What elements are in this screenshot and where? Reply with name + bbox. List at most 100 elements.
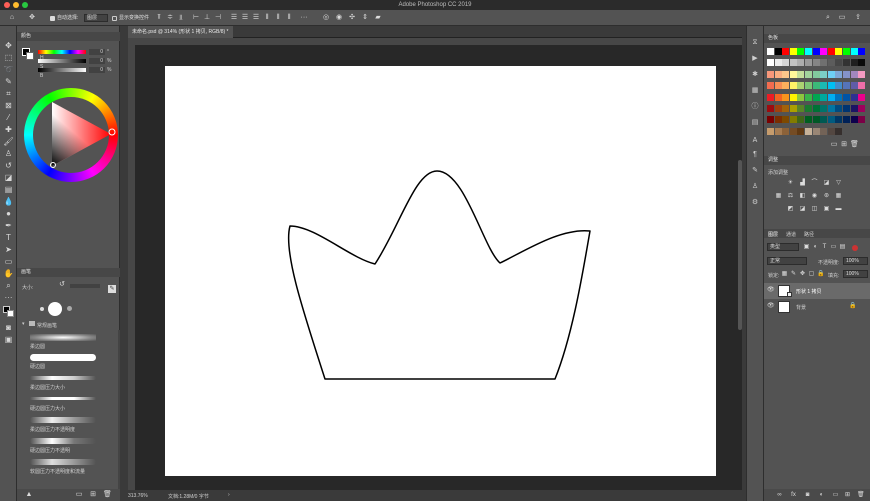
search-icon[interactable]: ⌕ — [824, 14, 832, 22]
h-value[interactable]: 0 — [89, 49, 105, 55]
color-swatch[interactable] — [827, 105, 835, 112]
quick-mask-icon[interactable]: ◙ — [3, 322, 14, 333]
status-menu-icon[interactable]: › — [228, 492, 230, 498]
color-swatch[interactable] — [835, 127, 843, 135]
3d-slide-icon[interactable]: ⇕ — [361, 14, 369, 22]
color-swatch[interactable] — [827, 48, 835, 55]
brush-hardness-large[interactable] — [67, 306, 72, 311]
healing-brush-tool-icon[interactable]: ✚ — [3, 124, 14, 135]
color-swatch[interactable] — [820, 93, 828, 101]
glyphs-icon[interactable]: ▤ — [750, 118, 760, 128]
color-swatch[interactable] — [835, 93, 843, 101]
delete-swatch-icon[interactable]: 🗑 — [850, 141, 859, 149]
color-swatch[interactable] — [858, 93, 866, 101]
minimize-window-button[interactable] — [13, 2, 19, 8]
layer-name[interactable]: 形状 1 拷贝 — [796, 288, 822, 295]
brush-hardness-small[interactable] — [40, 307, 44, 311]
distribute-top-icon[interactable]: ☰ — [230, 14, 238, 22]
color-swatch[interactable] — [797, 105, 805, 112]
layer-filter-dropdown[interactable]: 类型 — [767, 243, 799, 251]
brush-settings-side-icon[interactable]: ✎ — [750, 166, 760, 176]
visibility-eye-icon[interactable]: 👁 — [767, 303, 775, 310]
vertical-ruler[interactable] — [128, 45, 135, 490]
color-swatch[interactable] — [805, 59, 812, 67]
color-swatch[interactable] — [850, 59, 858, 67]
color-swatch[interactable] — [797, 82, 805, 90]
actions-icon[interactable]: ▶ — [750, 54, 760, 64]
layer-name[interactable]: 背景 — [796, 304, 806, 311]
3d-scale-icon[interactable]: ▰ — [374, 14, 382, 22]
brush-size-slider[interactable] — [70, 284, 100, 288]
color-swatch[interactable] — [789, 127, 797, 135]
curves-icon[interactable]: ⌒ — [811, 180, 818, 187]
color-swatch[interactable] — [820, 105, 828, 112]
visibility-eye-icon[interactable]: 👁 — [767, 287, 775, 294]
color-swatch[interactable] — [774, 48, 782, 55]
color-swatch[interactable] — [805, 116, 812, 124]
color-swatch[interactable] — [782, 105, 790, 112]
document-tab[interactable]: 未命名.psd @ 314% (形状 1 拷贝, RGB/8) * — [128, 26, 233, 38]
marquee-tool-icon[interactable]: ⬚ — [3, 52, 14, 63]
color-swatch[interactable] — [789, 116, 797, 124]
home-icon[interactable]: ⌂ — [8, 14, 16, 22]
adjustments-panel-tab[interactable]: 调整 — [764, 156, 870, 165]
color-swatch[interactable] — [782, 93, 790, 101]
color-swatch[interactable] — [812, 93, 820, 101]
opacity-value[interactable]: 100% — [843, 257, 868, 265]
align-bottom-icon[interactable]: ⫫ — [177, 14, 185, 22]
color-swatch[interactable] — [827, 116, 835, 124]
new-brush-group-icon[interactable]: ▭ — [75, 491, 83, 499]
3d-orbit-icon[interactable]: ◎ — [322, 14, 330, 22]
color-swatch[interactable] — [767, 116, 774, 124]
levels-icon[interactable]: ▟ — [799, 180, 806, 187]
history-icon[interactable]: ⧖ — [750, 38, 760, 48]
color-swatch[interactable] — [835, 70, 843, 78]
folder-expand-icon[interactable]: ▾ — [22, 321, 28, 327]
color-swatch[interactable] — [843, 70, 850, 78]
color-swatch[interactable] — [827, 70, 835, 78]
color-swatch[interactable] — [782, 127, 790, 135]
color-swatch[interactable] — [843, 105, 850, 112]
maximize-window-button[interactable] — [22, 2, 28, 8]
filter-shape-icon[interactable]: ▭ — [830, 244, 837, 251]
color-swatch[interactable] — [827, 93, 835, 101]
color-swatch[interactable] — [812, 127, 820, 135]
close-window-button[interactable] — [4, 2, 10, 8]
paragraph-icon[interactable]: ¶ — [750, 150, 760, 160]
photo-filter-icon[interactable]: ◉ — [811, 193, 818, 200]
color-balance-icon[interactable]: ⚖ — [787, 193, 794, 200]
color-swatch[interactable] — [774, 82, 782, 90]
align-top-icon[interactable]: ⫪ — [155, 14, 163, 22]
posterize-icon[interactable]: ◪ — [799, 206, 806, 213]
color-swatch[interactable] — [805, 105, 812, 112]
color-panel-tab[interactable]: 颜色 — [17, 32, 120, 41]
character-icon[interactable]: A — [750, 136, 760, 146]
zoom-level[interactable]: 313.76% — [128, 493, 148, 499]
new-swatch-group-icon[interactable]: ▭ — [830, 141, 838, 149]
color-swatch[interactable] — [827, 82, 835, 90]
horizontal-ruler[interactable] — [128, 38, 742, 45]
color-swatch[interactable] — [858, 70, 866, 78]
saturation-slider[interactable] — [38, 59, 86, 63]
layer-row[interactable]: 👁 形状 1 拷贝 — [764, 283, 870, 299]
color-swatch[interactable] — [858, 59, 866, 67]
brush-settings-icon[interactable]: ✎ — [108, 285, 116, 293]
color-swatch[interactable] — [767, 82, 774, 90]
type-tool-icon[interactable]: T — [3, 232, 14, 243]
hue-saturation-icon[interactable]: ▦ — [775, 193, 782, 200]
color-bg-swatch[interactable] — [26, 52, 34, 60]
auto-select-dropdown[interactable]: 图层 — [84, 14, 108, 22]
tab-paths[interactable]: 路径 — [804, 231, 814, 238]
color-swatch[interactable] — [812, 105, 820, 112]
edit-toolbar-icon[interactable]: ··· — [3, 292, 14, 303]
crop-tool-icon[interactable]: ⌗ — [3, 88, 14, 99]
share-icon[interactable]: ⇪ — [854, 14, 862, 22]
color-swatch[interactable] — [835, 105, 843, 112]
eraser-tool-icon[interactable]: ◪ — [3, 172, 14, 183]
color-swatch[interactable] — [843, 82, 850, 90]
lasso-tool-icon[interactable]: ➰ — [3, 64, 14, 75]
new-group-icon[interactable]: ▭ — [832, 492, 839, 499]
color-swatch[interactable] — [797, 48, 805, 55]
color-swatch[interactable] — [850, 105, 858, 112]
brush-item[interactable]: 柔边圆 — [28, 332, 100, 351]
